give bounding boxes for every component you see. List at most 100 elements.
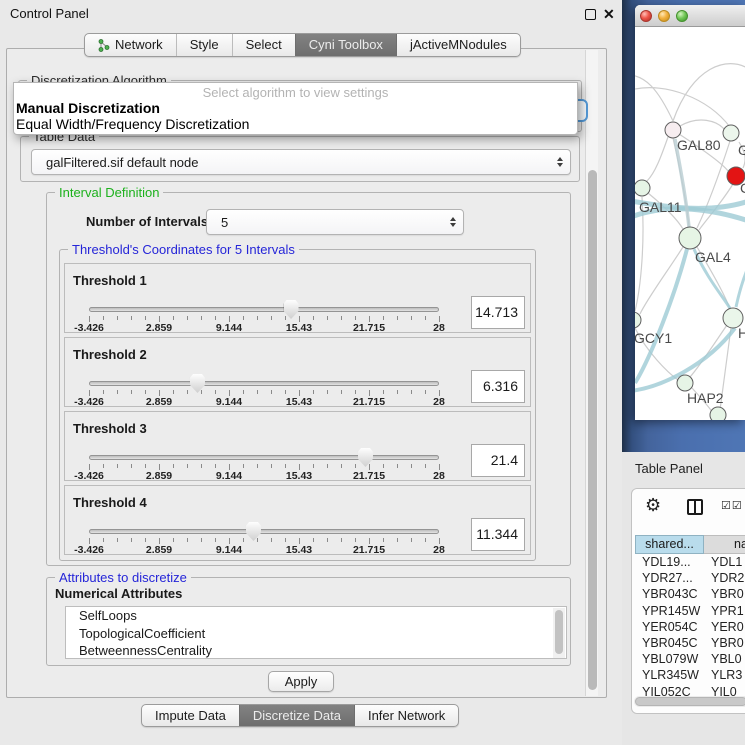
cell-name: YLR3 [711, 667, 742, 683]
slider-tick [285, 390, 286, 394]
tab-discretize-data[interactable]: Discretize Data [239, 705, 354, 726]
slider-tick [201, 464, 202, 468]
attribute-list-item[interactable]: SelfLoops [66, 607, 566, 625]
tab-cyni-toolbox[interactable]: Cyni Toolbox [295, 34, 396, 56]
table-row[interactable]: YDR27...YDR2 [632, 570, 745, 586]
slider-tick [201, 316, 202, 320]
slider-thumb[interactable] [190, 374, 205, 393]
column-layout-icon[interactable] [687, 499, 703, 515]
float-panel-icon[interactable] [585, 9, 596, 20]
tab-impute-data[interactable]: Impute Data [142, 705, 239, 726]
table-row[interactable]: YER054CYER0 [632, 619, 745, 635]
slider-tick-label: 28 [433, 396, 445, 408]
attribute-list-item[interactable]: TopologicalCoefficient [66, 625, 566, 643]
dropdown-hint: Select algorithm to view settings [14, 83, 577, 100]
slider-track[interactable] [89, 381, 439, 386]
table-row[interactable]: YDL19...YDL1 [632, 554, 745, 570]
threshold-value-field[interactable]: 6.316 [471, 370, 525, 403]
slider-tick [355, 316, 356, 320]
group-title: Threshold's Coordinates for 5 Intervals [68, 242, 299, 257]
close-icon[interactable]: ✕ [603, 4, 615, 24]
cell-shared-name: YBR043C [642, 586, 698, 602]
scrollbar-thumb[interactable] [588, 170, 597, 690]
minimize-button[interactable] [658, 10, 670, 22]
slider-tick-label: 28 [433, 322, 445, 334]
tab-select[interactable]: Select [232, 34, 295, 56]
slider-track[interactable] [89, 455, 439, 460]
scrollbar-thumb[interactable] [635, 697, 745, 706]
table-horizontal-scrollbar[interactable] [634, 696, 745, 707]
column-header-shared-name[interactable]: shared... [635, 535, 704, 554]
tab-network[interactable]: Network [85, 34, 176, 56]
slider-tick [327, 538, 328, 542]
tab-infer-network[interactable]: Infer Network [354, 705, 458, 726]
network-node[interactable] [710, 407, 726, 420]
network-node-label: GAL11 [639, 199, 682, 215]
threshold-value-field[interactable]: 11.344 [471, 518, 525, 551]
tab-style[interactable]: Style [176, 34, 232, 56]
numerical-attributes-list[interactable]: SelfLoopsTopologicalCoefficientBetweenne… [65, 606, 567, 659]
network-canvas[interactable]: GAL80GACYGAL11GAL4GCY1HAHAP2 [635, 27, 745, 420]
combo-spinner-icon [450, 217, 456, 227]
table-data-combo[interactable]: galFiltered.sif default node [31, 149, 571, 175]
table-row[interactable]: YPR145WYPR1 [632, 603, 745, 619]
slider-tick [383, 390, 384, 394]
gear-icon[interactable]: ⚙ [645, 494, 661, 516]
tab-label: jActiveMNodules [410, 34, 507, 56]
network-node[interactable] [679, 227, 701, 249]
zoom-button[interactable] [676, 10, 688, 22]
network-node[interactable] [635, 180, 650, 196]
table-row[interactable]: YLR345WYLR3 [632, 667, 745, 683]
slider-tick [243, 538, 244, 542]
attribute-list-item[interactable]: BetweennessCentrality [66, 642, 566, 659]
dropdown-option-equal-width-frequency[interactable]: Equal Width/Frequency Discretization [14, 116, 577, 132]
network-node[interactable] [677, 375, 693, 391]
slider-tick [425, 538, 426, 542]
slider-tick-label: 2.859 [146, 544, 172, 556]
slider-tick [215, 390, 216, 394]
network-window-titlebar [635, 5, 745, 27]
table-data-combo-value: galFiltered.sif default node [46, 150, 550, 175]
dropdown-option-manual-discretization[interactable]: Manual Discretization [14, 100, 577, 116]
checkbox-icons[interactable]: ☑☑ [721, 499, 743, 512]
slider-tick-label: 21.715 [353, 544, 385, 556]
slider-tick-label: 15.43 [286, 396, 312, 408]
table-row[interactable]: YBL079WYBL0 [632, 651, 745, 667]
slider-tick [257, 538, 258, 542]
slider-tick [425, 316, 426, 320]
number-of-intervals-combo[interactable]: 5 [206, 209, 464, 235]
slider-tick [145, 390, 146, 394]
network-node[interactable] [635, 312, 641, 328]
slider-tick [145, 464, 146, 468]
cell-name: YDL1 [711, 554, 742, 570]
slider-tick-label: 2.859 [146, 322, 172, 334]
network-node-label: GA [738, 142, 745, 158]
slider-tick [215, 464, 216, 468]
slider-thumb[interactable] [246, 522, 261, 541]
column-header-name[interactable]: na [704, 535, 745, 554]
slider-tick [215, 316, 216, 320]
threshold-value-field[interactable]: 21.4 [471, 444, 525, 477]
network-node[interactable] [665, 122, 681, 138]
table-row[interactable]: YBR043CYBR0 [632, 586, 745, 602]
slider-tick [103, 538, 104, 542]
apply-button[interactable]: Apply [268, 671, 334, 692]
tab-jactivemnodules[interactable]: jActiveMNodules [396, 34, 520, 56]
close-button[interactable] [640, 10, 652, 22]
control-panel-tab-bar: NetworkStyleSelectCyni Toolbox jActiveMNo… [84, 33, 521, 57]
network-node[interactable] [723, 125, 739, 141]
table-row[interactable]: YBR045CYBR0 [632, 635, 745, 651]
panel-title: Control Panel [10, 0, 89, 28]
node-table-panel: ⚙ ☑☑ shared... na YDL19...YDL1YDR27...YD… [631, 488, 745, 714]
tab-label: Infer Network [368, 705, 445, 727]
slider-track[interactable] [89, 529, 439, 534]
number-of-intervals-value: 5 [221, 210, 443, 235]
threshold-value-field[interactable]: 14.713 [471, 296, 525, 329]
list-scrollbar[interactable] [553, 608, 565, 659]
slider-thumb[interactable] [358, 448, 373, 467]
control-panel-scrollbar[interactable] [585, 50, 598, 696]
slider-tick [285, 316, 286, 320]
network-node-label: HA [738, 325, 745, 341]
scrollbar-thumb[interactable] [555, 610, 563, 654]
slider-track[interactable] [89, 307, 439, 312]
